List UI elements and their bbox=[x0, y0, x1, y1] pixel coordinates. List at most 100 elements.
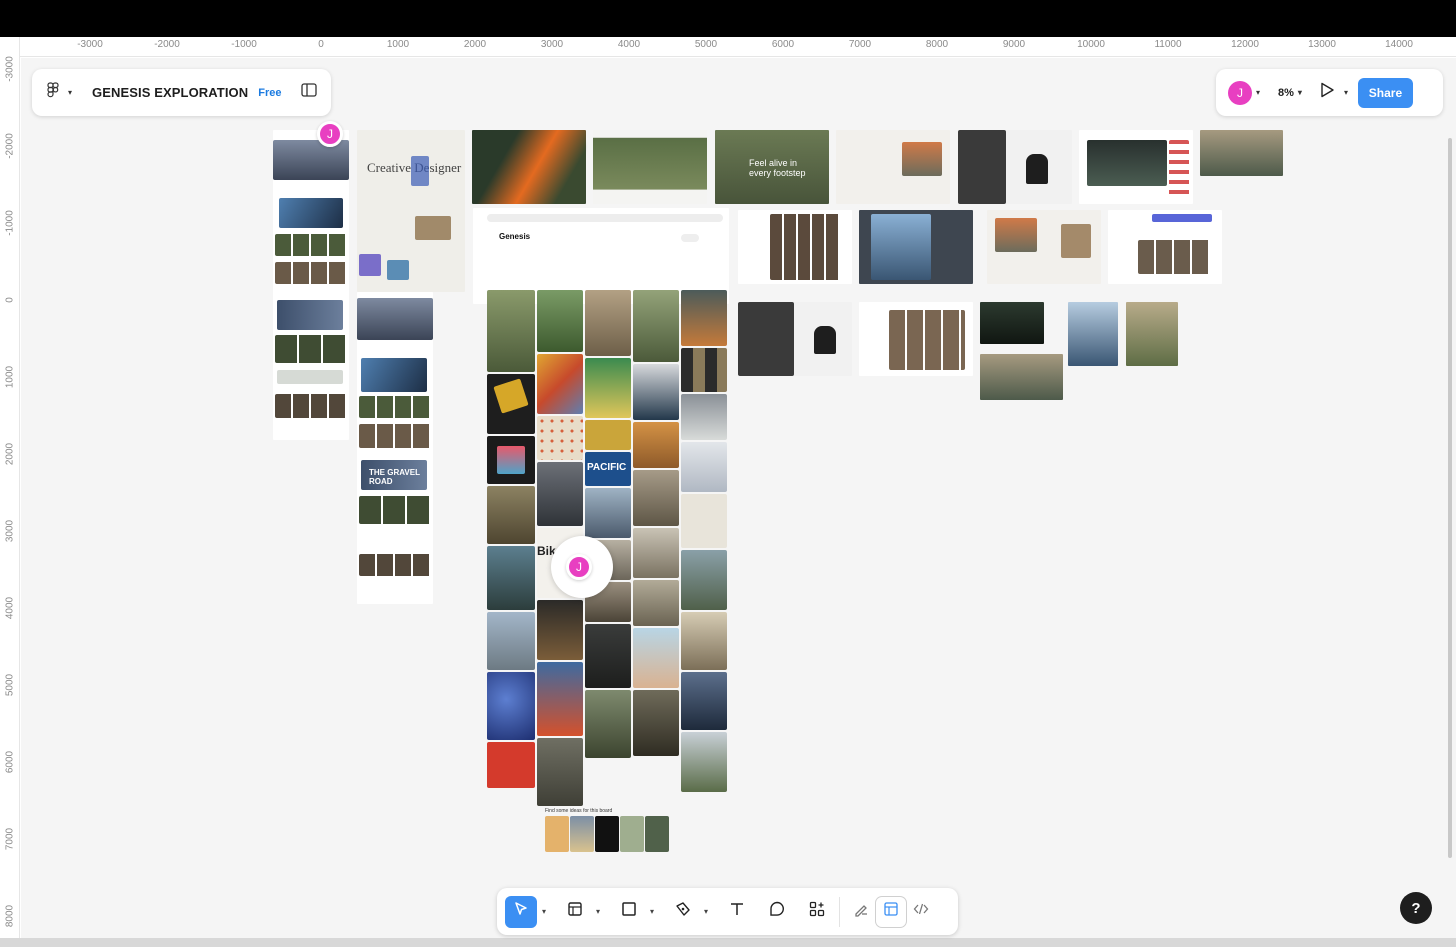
product-row bbox=[275, 234, 347, 256]
ruler-tick-label: -2000 bbox=[154, 39, 180, 50]
ruler-tick-label: 3000 bbox=[4, 519, 16, 543]
pen-tool-menu[interactable]: ▾ bbox=[699, 907, 713, 916]
collaborator-avatar: J bbox=[566, 554, 592, 580]
play-icon bbox=[1318, 81, 1336, 104]
actions-tool-button[interactable] bbox=[801, 896, 833, 928]
frame-hero-footstep[interactable]: Feel alive in every footstep bbox=[715, 130, 829, 204]
text-icon bbox=[728, 900, 746, 923]
ruler-tick-label: 4000 bbox=[4, 596, 16, 620]
frame-creative-designer[interactable]: Creative Designer bbox=[357, 130, 465, 292]
frame-gallery-a[interactable] bbox=[738, 210, 852, 284]
user-avatar[interactable]: J bbox=[1228, 80, 1252, 105]
frame-icon bbox=[566, 900, 584, 923]
vertical-scrollbar[interactable] bbox=[1448, 138, 1452, 858]
ruler-tick-label: 8000 bbox=[925, 39, 949, 50]
frame-hero-orange[interactable] bbox=[472, 130, 586, 204]
ideas-caption: Find some ideas for this board bbox=[545, 808, 613, 814]
frame-jacket-a[interactable] bbox=[958, 130, 1072, 204]
frame-runner[interactable] bbox=[859, 210, 973, 284]
shape-tool-menu[interactable]: ▾ bbox=[645, 907, 659, 916]
thumbnail bbox=[359, 254, 381, 276]
frame-image-forest[interactable] bbox=[980, 354, 1063, 400]
draw-mode-toggle[interactable] bbox=[846, 897, 876, 927]
frame-profile[interactable] bbox=[1108, 210, 1222, 284]
ruler-tick-label: 13000 bbox=[1308, 39, 1336, 50]
user-menu[interactable]: J ▾ bbox=[1228, 80, 1261, 105]
bottom-toolbar: ▾ ▾ ▾ ▾ bbox=[497, 888, 958, 935]
ruler-tick-label: -1000 bbox=[231, 39, 257, 50]
frame-landing-page-a[interactable] bbox=[273, 130, 349, 440]
comment-icon bbox=[768, 900, 786, 923]
main-menu-button[interactable]: ▾ bbox=[46, 82, 72, 103]
ruler-tick-label: 7000 bbox=[848, 39, 872, 50]
pen-icon bbox=[674, 900, 692, 923]
frame-image-runner[interactable] bbox=[1068, 302, 1118, 366]
draw-icon bbox=[853, 901, 869, 922]
pen-tool-button[interactable] bbox=[667, 896, 699, 928]
ruler-tick-label: 5000 bbox=[4, 673, 16, 697]
accent-block bbox=[411, 156, 429, 186]
text-tool-button[interactable] bbox=[721, 896, 753, 928]
move-tool-menu[interactable]: ▾ bbox=[537, 907, 551, 916]
frame-collection-b[interactable] bbox=[987, 210, 1101, 284]
frame-landing-page-b[interactable]: THE GRAVEL ROAD bbox=[357, 292, 433, 604]
frame-tool-button[interactable] bbox=[559, 896, 591, 928]
frame-image-dark[interactable] bbox=[980, 302, 1044, 344]
footer-photos bbox=[359, 554, 431, 576]
frame-tool-menu[interactable]: ▾ bbox=[591, 907, 605, 916]
move-tool-button[interactable] bbox=[505, 895, 537, 928]
design-canvas[interactable]: J Creative Designer THE GRAVEL ROAD Gene… bbox=[21, 58, 1456, 938]
photo-row bbox=[359, 496, 431, 524]
footstep-text: Feel alive in every footstep bbox=[749, 158, 806, 178]
ruler-tick-label: -2000 bbox=[4, 133, 16, 159]
chevron-down-icon: ▾ bbox=[649, 907, 654, 916]
frame-dark-hero[interactable] bbox=[1079, 130, 1193, 204]
file-title[interactable]: GENESIS EXPLORATION bbox=[92, 85, 248, 100]
pacific-badge: PACIFIC bbox=[587, 462, 627, 473]
share-chip bbox=[681, 234, 699, 242]
frame-image-field[interactable] bbox=[1126, 302, 1178, 366]
ruler-tick-label: 8000 bbox=[4, 904, 16, 928]
chevron-down-icon: ▾ bbox=[1256, 88, 1261, 97]
frame-hero-hike[interactable] bbox=[593, 130, 707, 204]
chevron-down-icon: ▾ bbox=[68, 88, 73, 97]
ruler-tick-label: 6000 bbox=[771, 39, 795, 50]
design-mode-toggle[interactable] bbox=[876, 896, 906, 927]
photo-row bbox=[275, 335, 347, 363]
ruler-tick-label: 1000 bbox=[386, 39, 410, 50]
share-button[interactable]: Share bbox=[1357, 77, 1413, 108]
figma-logo-icon bbox=[46, 82, 60, 103]
toolbar-divider bbox=[839, 896, 840, 927]
zoom-control[interactable]: 8% ▾ bbox=[1278, 87, 1302, 99]
present-button[interactable]: ▾ bbox=[1318, 81, 1348, 104]
chevron-down-icon: ▾ bbox=[703, 907, 708, 916]
ruler-tick-label: 4000 bbox=[617, 39, 641, 50]
product-row bbox=[359, 396, 431, 418]
chevron-down-icon: ▾ bbox=[595, 907, 600, 916]
ruler-tick-label: 1000 bbox=[4, 365, 16, 389]
frame-jacket-b[interactable] bbox=[738, 302, 852, 376]
dev-mode-toggle[interactable] bbox=[906, 897, 936, 927]
ruler-tick-label: -3000 bbox=[77, 39, 103, 50]
ruler-tick-label: -3000 bbox=[4, 56, 16, 82]
plan-badge[interactable]: Free bbox=[258, 87, 281, 99]
sidebar-toggle-icon[interactable] bbox=[301, 83, 317, 102]
footer-photos bbox=[275, 394, 347, 418]
shape-tool-button[interactable] bbox=[613, 896, 645, 928]
comment-tool-button[interactable] bbox=[761, 896, 793, 928]
ruler-tick-label: 2000 bbox=[463, 39, 487, 50]
chevron-down-icon[interactable]: ▾ bbox=[1344, 88, 1348, 97]
hero-image bbox=[273, 140, 349, 180]
bike-image bbox=[361, 358, 427, 392]
help-button[interactable]: ? bbox=[1400, 892, 1432, 924]
frame-gallery-b[interactable] bbox=[859, 302, 973, 376]
frame-forest-image[interactable] bbox=[1200, 130, 1283, 176]
actions-grid-icon bbox=[808, 900, 826, 923]
cursor-icon bbox=[512, 900, 530, 923]
horizontal-scrollbar[interactable] bbox=[0, 938, 1456, 947]
ruler-tick-label: 11000 bbox=[1154, 39, 1182, 50]
frame-collection-a[interactable] bbox=[836, 130, 950, 204]
ruler-tick-label: 0 bbox=[318, 39, 324, 50]
ruler-tick-label: 5000 bbox=[694, 39, 718, 50]
ruler-tick-label: 3000 bbox=[540, 39, 564, 50]
